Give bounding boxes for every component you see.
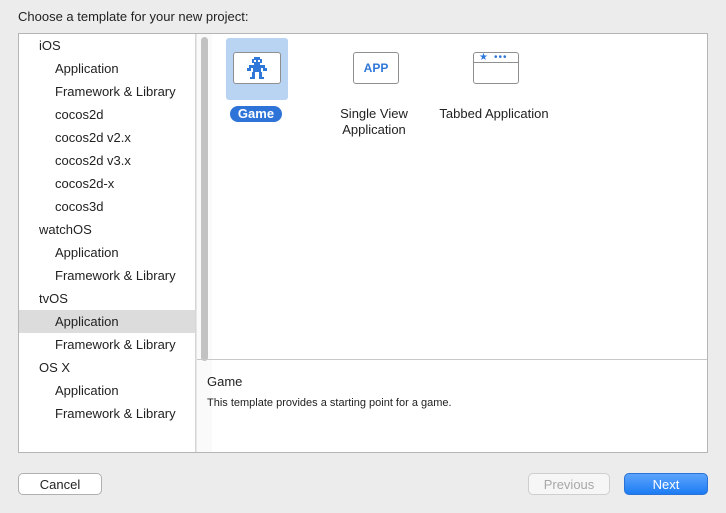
platform-sidebar: iOS Application Framework & Library coco…: [19, 34, 196, 452]
next-button[interactable]: Next: [624, 473, 708, 495]
sidebar-item-watchos-application[interactable]: Application: [19, 241, 196, 264]
sidebar-item-tvos-application[interactable]: Application: [19, 310, 196, 333]
app-icon: APP: [353, 52, 399, 84]
star-icon: ★: [479, 51, 488, 63]
sidebar-group-watchos: watchOS: [39, 222, 92, 237]
sidebar-item-ios-cocos2d-x[interactable]: cocos2d-x: [19, 172, 196, 195]
previous-button[interactable]: Previous: [528, 473, 610, 495]
detail-title: Game: [207, 374, 243, 389]
sidebar-item-osx-application[interactable]: Application: [19, 379, 196, 402]
sidebar-item-ios-application[interactable]: Application: [19, 57, 196, 80]
sidebar-item-ios-cocos3d[interactable]: cocos3d: [19, 195, 196, 218]
app-glyph: APP: [363, 61, 389, 75]
dialog-heading: Choose a template for your new project:: [18, 9, 249, 24]
sidebar-item-ios-framework-library[interactable]: Framework & Library: [19, 80, 196, 103]
template-tile-tabbed-application[interactable]: ★ ••• Tabbed Application: [436, 38, 552, 148]
tabbed-icon-bar: ★ •••: [474, 51, 518, 63]
template-detail: Game This template provides a starting p…: [197, 360, 707, 452]
cancel-button[interactable]: Cancel: [18, 473, 102, 495]
game-icon: [233, 52, 281, 84]
sidebar-group-osx: OS X: [39, 360, 71, 375]
tabbed-icon: ★ •••: [473, 52, 519, 84]
sidebar-item-ios-cocos2d[interactable]: cocos2d: [19, 103, 196, 126]
template-chooser-panel: iOS Application Framework & Library coco…: [18, 33, 708, 453]
template-label-game: Game: [198, 106, 314, 122]
sidebar-item-ios-cocos2d-v2[interactable]: cocos2d v2.x: [19, 126, 196, 149]
template-label-game-text: Game: [229, 106, 283, 122]
sidebar-group-tvos: tvOS: [39, 291, 68, 306]
sidebar-item-ios-cocos2d-v3[interactable]: cocos2d v3.x: [19, 149, 196, 172]
detail-description: This template provides a starting point …: [207, 397, 452, 409]
template-tile-single-view-application[interactable]: APP Single View Application: [316, 38, 432, 148]
game-sprite-icon: [247, 57, 267, 79]
template-gallery: Game APP Single View Application ★ ••• T…: [197, 34, 707, 359]
template-tile-game[interactable]: Game: [198, 38, 314, 148]
template-label-tabbed-application: Tabbed Application: [439, 106, 549, 121]
sidebar-group-ios: iOS: [39, 38, 61, 53]
template-label-single-view-application: Single View Application: [340, 106, 408, 137]
sidebar-item-tvos-framework-library[interactable]: Framework & Library: [19, 333, 196, 356]
more-dots-icon: •••: [493, 51, 508, 63]
sidebar-item-watchos-framework-library[interactable]: Framework & Library: [19, 264, 196, 287]
sidebar-item-osx-framework-library[interactable]: Framework & Library: [19, 402, 196, 425]
